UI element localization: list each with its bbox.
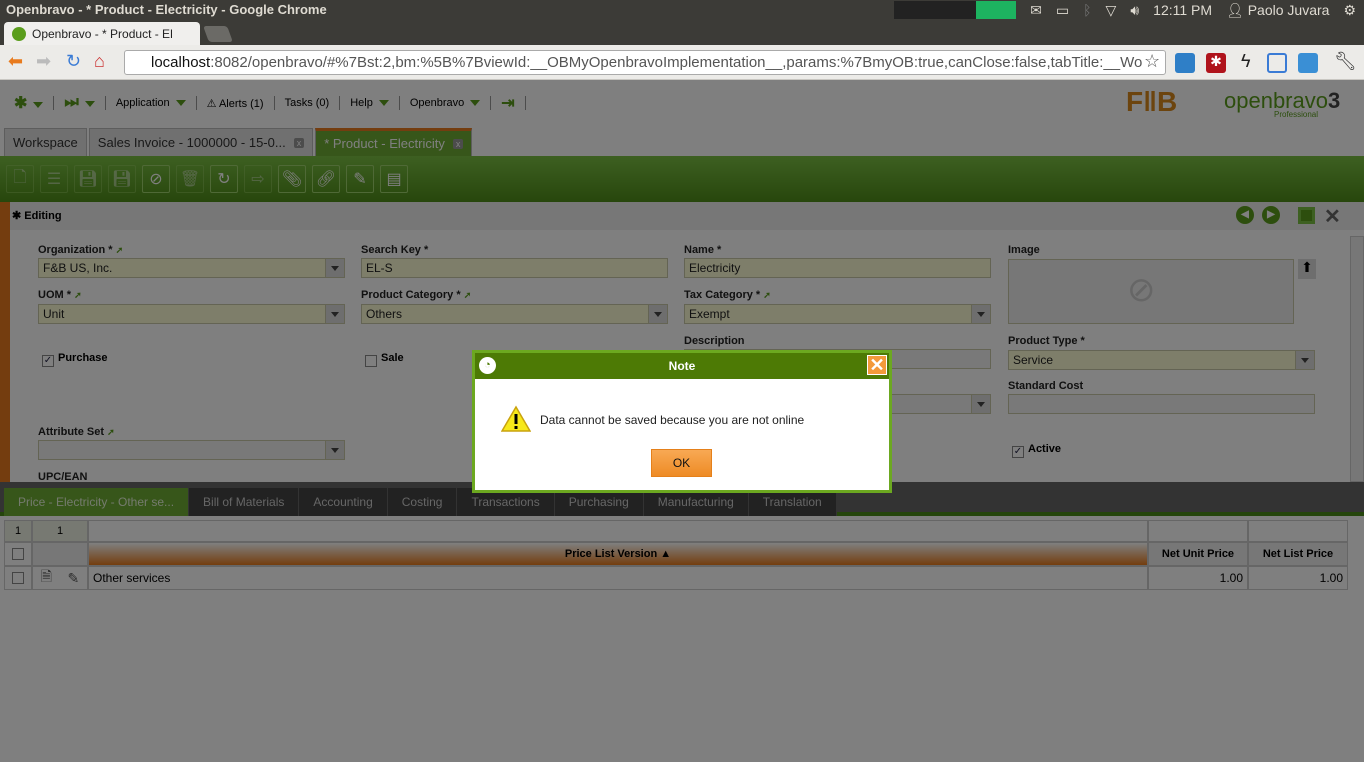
note-dialog: ◔ Note ✕ Data cannot be saved because yo… (472, 350, 892, 493)
dialog-title: Note (668, 359, 696, 373)
extension-asterisk-icon[interactable]: ✱ (1206, 53, 1226, 73)
new-tab-button[interactable] (203, 26, 233, 42)
wifi-icon[interactable]: ▽ (1106, 2, 1117, 19)
lightning-icon[interactable]: ϟ (1241, 51, 1251, 72)
network-monitor (976, 1, 1017, 19)
dialog-header: ◔ Note ✕ (475, 353, 889, 379)
os-top-bar: Openbravo - * Product - Electricity - Go… (0, 0, 1364, 20)
browser-tab[interactable]: Openbravo - * Product - El (4, 22, 200, 45)
home-icon[interactable]: ⌂ (94, 51, 105, 72)
settings-gear-icon[interactable]: ⚙ (1343, 2, 1356, 19)
screenshot-icon[interactable] (1267, 53, 1287, 73)
browser-tab-strip: Openbravo - * Product - El (0, 20, 1364, 45)
forward-icon[interactable]: ➡ (36, 51, 51, 72)
url-path: :8082/openbravo/#%7Bst:2,bm:%5B%7BviewId… (210, 54, 1143, 71)
back-icon[interactable]: ⬅ (8, 51, 23, 72)
browser-toolbar: ⬅ ➡ ↻ ⌂ localhost:8082/openbravo/#%7Bst:… (0, 45, 1364, 80)
warning-icon (501, 405, 531, 432)
system-monitor (894, 1, 977, 19)
wrench-menu-icon[interactable]: 🔧︎ (1334, 51, 1357, 72)
user-menu[interactable]: 👤︎ Paolo Juvara (1226, 2, 1329, 19)
address-bar[interactable]: localhost:8082/openbravo/#%7Bst:2,bm:%5B… (124, 50, 1166, 75)
bookmark-star-icon[interactable]: ☆ (1144, 51, 1160, 72)
mail-icon[interactable]: ✉ (1030, 2, 1042, 19)
dialog-message: Data cannot be saved because you are not… (540, 413, 805, 427)
battery-icon[interactable]: ▭ (1056, 2, 1069, 19)
bluetooth-icon[interactable]: ᛒ (1083, 2, 1091, 18)
user-icon: 👤︎ (1226, 1, 1244, 18)
browser-tab-title: Openbravo - * Product - El (32, 26, 173, 41)
window-title: Openbravo - * Product - Electricity - Go… (6, 2, 327, 17)
dialog-close-icon[interactable]: ✕ (867, 355, 887, 375)
reload-icon[interactable]: ↻ (66, 51, 81, 72)
openbravo-favicon (12, 26, 26, 41)
clock[interactable]: 12:11 PM (1153, 2, 1212, 18)
url-host: localhost (151, 54, 211, 71)
volume-icon[interactable]: 🔊︎ (1130, 2, 1139, 19)
window-icon[interactable] (1298, 53, 1318, 73)
extension-icon[interactable] (1175, 53, 1195, 73)
ok-button[interactable]: OK (651, 449, 712, 477)
user-name: Paolo Juvara (1247, 1, 1330, 18)
openbravo-logo-icon: ◔ (479, 357, 496, 374)
